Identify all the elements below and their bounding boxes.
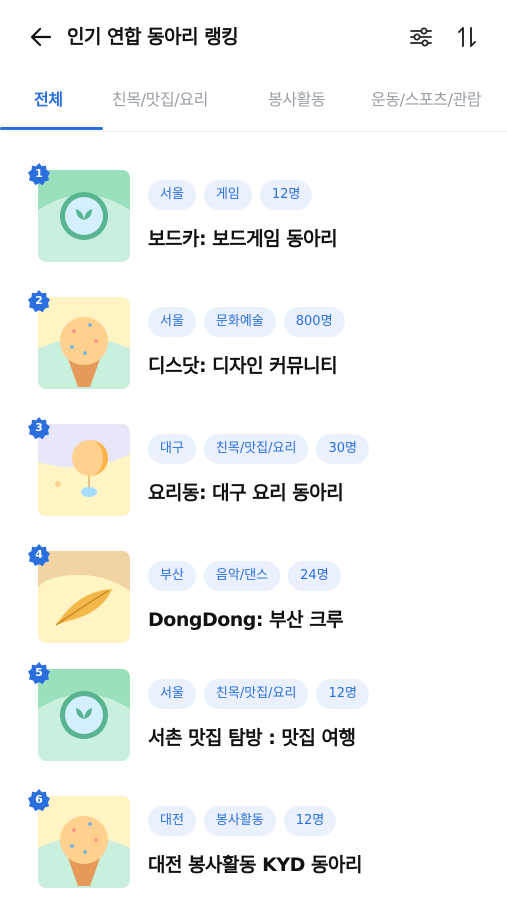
rank-badge: 3	[27, 416, 51, 440]
back-button[interactable]	[24, 20, 58, 54]
ice-cream-image	[38, 297, 130, 389]
tag-group: 서울 문화예술 800명	[148, 307, 345, 337]
member-count-tag: 12명	[259, 180, 313, 210]
region-tag: 서울	[148, 307, 196, 337]
region-tag: 서울	[148, 180, 196, 210]
region-tag: 대구	[148, 434, 196, 464]
list-item[interactable]: 1 서울 게임 12명 보드카: 보드게임 동아리	[0, 140, 507, 262]
sort-button[interactable]	[450, 20, 484, 54]
filter-button[interactable]	[404, 20, 438, 54]
category-tag: 친목/맛집/요리	[203, 434, 309, 464]
member-count-tag: 24명	[288, 561, 341, 591]
rank-number: 5	[35, 666, 43, 679]
tag-group: 부산 음악/댄스 24명	[148, 561, 341, 591]
sliders-icon	[410, 27, 432, 47]
member-count-tag: 800명	[283, 307, 345, 337]
category-tag: 문화예술	[203, 307, 276, 337]
rank-badge: 4	[27, 543, 51, 567]
leaf-circle-image	[38, 669, 130, 761]
tag-group: 대전 봉사활동 12명	[148, 806, 337, 836]
region-tag: 대전	[148, 806, 196, 836]
rank-number: 1	[35, 167, 43, 180]
arrow-left-icon	[30, 27, 52, 47]
category-tag: 음악/댄스	[203, 561, 281, 591]
app-header: 인기 연합 동아리 랭킹	[0, 0, 507, 72]
tab-all[interactable]: 전체	[34, 78, 63, 128]
category-tag: 게임	[203, 180, 252, 210]
leaf-circle-image	[38, 170, 130, 262]
list-item[interactable]: 3 대구 친목/맛집/요리 30명 요리동: 대구 요리 동아리	[0, 394, 507, 516]
club-title: 보드카: 보드게임 동아리	[148, 228, 338, 250]
rank-number: 4	[35, 548, 43, 561]
tab-social-food-cooking[interactable]: 친목/맛집/요리	[112, 78, 208, 128]
sort-arrows-icon	[458, 27, 476, 47]
club-title: 서촌 맛집 탐방 : 맛집 여행	[148, 727, 356, 749]
rank-badge: 2	[27, 289, 51, 313]
club-title: 대전 봉사활동 KYD 동아리	[148, 854, 362, 876]
category-tabs: 전체 친목/맛집/요리 봉사활동 운동/스포츠/관람	[0, 78, 507, 132]
member-count-tag: 30명	[316, 434, 369, 464]
feather-image	[38, 551, 130, 643]
category-tag: 친목/맛집/요리	[203, 679, 309, 709]
list-item[interactable]: 5 서울 친목/맛집/요리 12명 서촌 맛집 탐방 : 맛집 여행	[0, 639, 507, 761]
rank-number: 6	[35, 793, 43, 806]
club-title: DongDong: 부산 크루	[148, 609, 344, 631]
category-tag: 봉사활동	[203, 806, 276, 836]
region-tag: 부산	[148, 561, 196, 591]
rank-badge: 5	[27, 661, 51, 685]
ice-cream-image	[38, 796, 130, 888]
club-title: 요리동: 대구 요리 동아리	[148, 482, 344, 504]
tag-group: 서울 게임 12명	[148, 180, 313, 210]
tag-group: 서울 친목/맛집/요리 12명	[148, 679, 369, 709]
rank-badge: 6	[27, 788, 51, 812]
list-item[interactable]: 2 서울 문화예술 800명 디스닷: 디자인 커뮤니티	[0, 267, 507, 389]
page-title: 인기 연합 동아리 랭킹	[67, 26, 239, 48]
member-count-tag: 12명	[316, 679, 369, 709]
moon-balloon-image	[38, 424, 130, 516]
tab-sports[interactable]: 운동/스포츠/관람	[371, 78, 482, 128]
list-item[interactable]: 4 부산 음악/댄스 24명 DongDong: 부산 크루	[0, 521, 507, 643]
rank-badge: 1	[27, 162, 51, 186]
club-title: 디스닷: 디자인 커뮤니티	[148, 355, 338, 377]
member-count-tag: 12명	[283, 806, 337, 836]
active-tab-indicator	[0, 127, 103, 130]
rank-number: 3	[35, 421, 43, 434]
rank-number: 2	[35, 294, 43, 307]
list-item[interactable]: 6 대전 봉사활동 12명 대전 봉사활동 KYD 동아리	[0, 766, 507, 888]
tag-group: 대구 친목/맛집/요리 30명	[148, 434, 369, 464]
tab-volunteer[interactable]: 봉사활동	[268, 78, 326, 128]
tabs-divider	[0, 131, 507, 132]
region-tag: 서울	[148, 679, 196, 709]
